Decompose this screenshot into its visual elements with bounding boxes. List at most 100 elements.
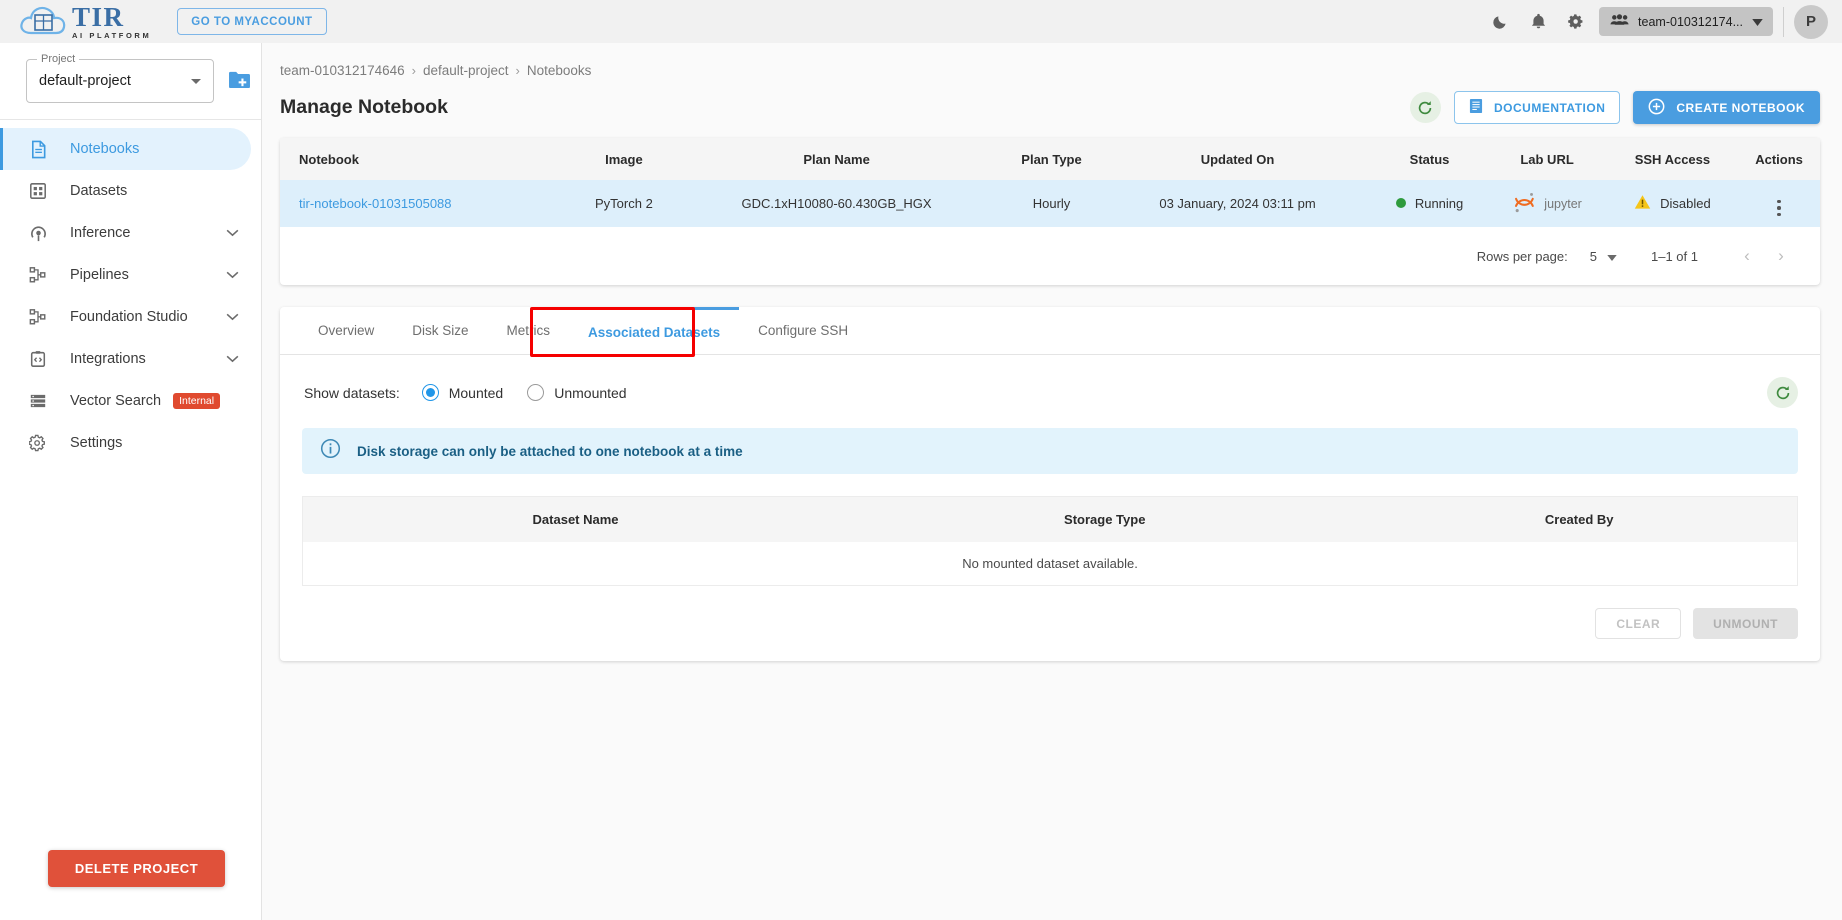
clear-button[interactable]: CLEAR — [1595, 608, 1682, 639]
tir-logo[interactable]: TIR AI PLATFORM — [18, 3, 151, 41]
create-notebook-button[interactable]: CREATE NOTEBOOK — [1633, 91, 1820, 124]
radio-unmounted-input[interactable] — [527, 384, 545, 401]
sidebar-item-datasets[interactable]: Datasets — [0, 170, 251, 212]
jupyter-link[interactable]: jupyter — [1512, 190, 1582, 218]
sidebar-divider — [0, 119, 261, 120]
pagination-range: 1–1 of 1 — [1651, 248, 1698, 264]
logo-subtitle: AI PLATFORM — [72, 30, 152, 40]
chevron-down-icon — [226, 355, 239, 363]
project-legend: Project — [37, 53, 80, 65]
tab-overview[interactable]: Overview — [299, 307, 393, 354]
breadcrumb-separator: › — [411, 63, 416, 78]
jupyter-label: jupyter — [1544, 196, 1582, 211]
notebook-table: Notebook Image Plan Name Plan Type Updat… — [280, 138, 1820, 227]
details-card: Overview Disk Size Metrics Associated Da… — [280, 307, 1820, 661]
radio-mounted-input[interactable] — [421, 384, 439, 401]
project-selector-row: Project default-project — [0, 43, 261, 117]
sidebar-item-label: Pipelines — [70, 267, 129, 283]
create-notebook-label: CREATE NOTEBOOK — [1676, 100, 1805, 115]
moon-icon[interactable] — [1481, 3, 1519, 41]
cell-plan-type: Hourly — [999, 180, 1104, 227]
sidebar-item-settings[interactable]: Settings — [0, 422, 251, 464]
breadcrumb-item-project[interactable]: default-project — [423, 63, 509, 78]
info-banner: Disk storage can only be attached to one… — [302, 428, 1798, 474]
sidebar-item-label: Vector Search — [70, 393, 162, 409]
bell-icon[interactable] — [1519, 3, 1557, 41]
datasets-table: Dataset Name Storage Type Created By No … — [302, 496, 1798, 586]
sidebar-item-foundation-studio[interactable]: Foundation Studio — [0, 296, 251, 338]
sidebar-item-label: Notebooks — [70, 141, 140, 157]
chevron-left-icon[interactable]: ‹ — [1730, 239, 1764, 273]
go-to-myaccount-button[interactable]: GO TO MYACCOUNT — [177, 8, 327, 35]
tab-configure-ssh[interactable]: Configure SSH — [739, 307, 867, 354]
logo-title: TIR — [72, 1, 125, 32]
table-row-empty: No mounted dataset available. — [302, 541, 1798, 586]
chevron-down-icon — [191, 78, 201, 84]
breadcrumb: team-010312174646 › default-project › No… — [262, 43, 1842, 78]
internal-badge: Internal — [173, 393, 221, 409]
kebab-menu-icon[interactable] — [1777, 199, 1781, 216]
gear-icon[interactable] — [1557, 3, 1595, 41]
documentation-button[interactable]: DOCUMENTATION — [1453, 91, 1621, 124]
project-select[interactable]: Project default-project — [26, 53, 214, 103]
table-row[interactable]: tir-notebook-01031505088 PyTorch 2 GDC.1… — [280, 180, 1820, 227]
column-status: Status — [1371, 138, 1488, 180]
breadcrumb-item-notebooks[interactable]: Notebooks — [527, 63, 592, 78]
sidebar-item-inference[interactable]: Inference — [0, 212, 251, 254]
notebook-name-link[interactable]: tir-notebook-01031505088 — [299, 196, 452, 211]
refresh-icon[interactable] — [1767, 377, 1798, 408]
chevron-down-icon — [226, 271, 239, 279]
pipeline-icon — [26, 308, 50, 326]
rows-per-page-value: 5 — [1589, 248, 1597, 264]
column-notebook: Notebook — [280, 138, 575, 180]
jupyter-icon — [1512, 190, 1537, 218]
datasets-table-header: Dataset Name Storage Type Created By — [302, 496, 1798, 542]
cloud-logo-icon — [18, 3, 70, 41]
avatar[interactable]: P — [1794, 4, 1828, 39]
refresh-icon[interactable] — [1409, 92, 1441, 123]
column-created-by: Created By — [1361, 496, 1798, 542]
radio-mounted[interactable]: Mounted — [421, 384, 503, 401]
cell-image: PyTorch 2 — [574, 180, 674, 227]
notebook-table-body: tir-notebook-01031505088 PyTorch 2 GDC.1… — [280, 180, 1820, 227]
ssh-status: Disabled — [1634, 194, 1711, 213]
sidebar-item-label: Settings — [70, 435, 123, 451]
rows-per-page-select[interactable]: 5 — [1590, 249, 1617, 264]
header-divider — [1783, 6, 1784, 37]
info-icon — [320, 438, 341, 464]
team-selector[interactable]: team-010312174... — [1599, 7, 1773, 36]
page-title: Manage Notebook — [280, 96, 448, 118]
datasets-table-body: No mounted dataset available. — [302, 541, 1798, 586]
column-actions: Actions — [1738, 138, 1820, 180]
cell-status: Running — [1371, 180, 1488, 227]
column-image: Image — [574, 138, 674, 180]
sidebar-item-pipelines[interactable]: Pipelines — [0, 254, 251, 296]
document-icon — [26, 140, 50, 159]
chevron-right-icon[interactable]: › — [1764, 239, 1798, 273]
sidebar-item-integrations[interactable]: Integrations — [0, 338, 251, 380]
cell-ssh-access: Disabled — [1606, 180, 1739, 227]
sidebar-item-label: Foundation Studio — [70, 309, 188, 325]
unmount-button[interactable]: UNMOUNT — [1693, 608, 1798, 639]
sidebar-item-label: Datasets — [70, 183, 128, 199]
info-message: Disk storage can only be attached to one… — [357, 443, 743, 459]
add-folder-icon[interactable] — [228, 69, 251, 94]
project-value: default-project — [39, 73, 131, 89]
empty-message: No mounted dataset available. — [302, 541, 1798, 586]
sidebar-item-notebooks[interactable]: Notebooks — [0, 128, 251, 170]
tab-metrics[interactable]: Metrics — [488, 307, 570, 354]
sidebar-item-vector-search[interactable]: Vector Search Internal — [0, 380, 251, 422]
breadcrumb-item-team[interactable]: team-010312174646 — [280, 63, 405, 78]
chevron-down-icon — [226, 313, 239, 321]
chevron-down-icon — [1752, 15, 1763, 29]
tab-associated-datasets[interactable]: Associated Datasets — [569, 307, 740, 354]
radio-unmounted[interactable]: Unmounted — [527, 384, 627, 401]
delete-project-button[interactable]: DELETE PROJECT — [48, 850, 225, 887]
tab-disk-size[interactable]: Disk Size — [393, 307, 487, 354]
header-actions: team-010312174... P — [1481, 3, 1842, 41]
panel-footer: CLEAR UNMOUNT — [302, 608, 1798, 639]
column-ssh-access: SSH Access — [1606, 138, 1739, 180]
tab-bar: Overview Disk Size Metrics Associated Da… — [280, 307, 1820, 357]
sidebar-item-label: Integrations — [70, 351, 146, 367]
radio-unmounted-label: Unmounted — [554, 384, 627, 401]
